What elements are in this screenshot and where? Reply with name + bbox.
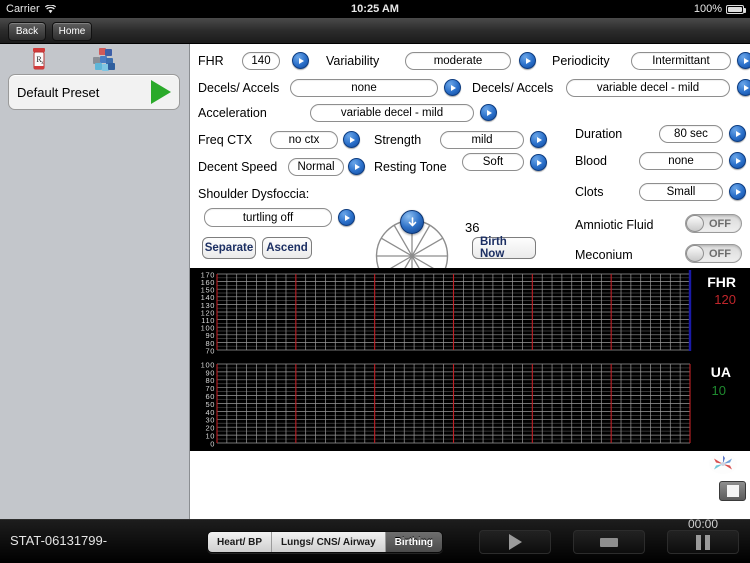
duration-label: Duration <box>575 127 623 141</box>
nav-bar: Back Home <box>0 18 750 44</box>
ua-chart-value: 10 <box>711 383 726 398</box>
pause-icon <box>696 534 710 550</box>
decels-accels-stepper-button-2[interactable] <box>737 79 750 96</box>
periodicity-label: Periodicity <box>552 54 610 68</box>
play-button[interactable] <box>479 530 551 554</box>
stop-button[interactable] <box>573 530 645 554</box>
freq-ctx-value[interactable]: no ctx <box>270 131 338 149</box>
shoulder-dysfoccia-stepper-button[interactable] <box>338 209 355 226</box>
svg-text:0: 0 <box>210 439 215 448</box>
fhr-label: FHR <box>198 54 224 68</box>
resting-tone-stepper-button[interactable] <box>530 154 547 171</box>
periodicity-value[interactable]: Intermittant <box>631 52 731 70</box>
acceleration-stepper-button[interactable] <box>480 104 497 121</box>
preset-label: Default Preset <box>17 84 100 100</box>
status-bar-right: 100% <box>693 3 746 15</box>
variability-value[interactable]: moderate <box>405 52 511 70</box>
strength-value[interactable]: mild <box>440 131 524 149</box>
medical-blocks-icon[interactable] <box>85 46 119 73</box>
strength-label: Strength <box>374 133 422 147</box>
clots-label: Clots <box>575 185 604 199</box>
fhr-value[interactable]: 140 <box>242 52 280 70</box>
decent-speed-value[interactable]: Normal <box>288 158 344 176</box>
svg-text:70: 70 <box>205 346 215 355</box>
fhr-stepper-button[interactable] <box>292 52 309 69</box>
meconium-label: Meconium <box>575 248 633 262</box>
amniotic-fluid-label: Amniotic Fluid <box>575 218 654 232</box>
variability-stepper-button[interactable] <box>519 52 536 69</box>
ascend-button[interactable]: Ascend <box>262 237 312 259</box>
blood-value[interactable]: none <box>639 152 723 170</box>
meconium-toggle-knob <box>686 245 704 262</box>
amniotic-fluid-toggle-knob <box>686 215 704 232</box>
birth-now-button[interactable]: Birth Now <box>472 236 536 260</box>
battery-percent-label: 100% <box>693 3 722 15</box>
timer-label: 00:00 <box>687 517 719 531</box>
mode-tab-bar[interactable]: Heart/ BP Lungs/ CNS/ Airway Birthing <box>207 531 443 553</box>
blood-label: Blood <box>575 154 607 168</box>
acceleration-value[interactable]: variable decel - mild <box>310 104 474 122</box>
status-bar: Carrier 10:25 AM 100% <box>0 0 750 18</box>
case-id-label: STAT-06131799- <box>10 533 108 548</box>
acceleration-label: Acceleration <box>198 106 267 120</box>
decels-accels-label-2: Decels/ Accels <box>472 81 554 95</box>
meconium-toggle[interactable]: OFF <box>685 244 742 263</box>
meconium-toggle-state: OFF <box>709 247 731 260</box>
dial-value: 36 <box>465 220 480 235</box>
bottom-bar: STAT-06131799- Heart/ BP Lungs/ CNS/ Air… <box>0 517 750 563</box>
fhr-chart-title: FHR <box>707 274 736 290</box>
shoulder-dysfoccia-label: Shoulder Dysfoccia: <box>198 187 310 201</box>
fhr-chart-value: 120 <box>714 292 736 307</box>
duration-stepper-button[interactable] <box>729 125 746 142</box>
back-button[interactable]: Back <box>8 22 46 41</box>
blood-stepper-button[interactable] <box>729 152 746 169</box>
status-bar-time: 10:25 AM <box>351 3 399 15</box>
decent-speed-label: Decent Speed <box>198 160 278 174</box>
decels-accels-label-1: Decels/ Accels <box>198 81 280 95</box>
clots-stepper-button[interactable] <box>729 183 746 200</box>
decels-accels-value-2[interactable]: variable decel - mild <box>566 79 730 97</box>
resting-tone-label: Resting Tone <box>374 160 447 174</box>
battery-icon <box>726 4 746 14</box>
preset-selector[interactable]: Default Preset <box>8 74 180 110</box>
separate-button[interactable]: Separate <box>202 237 256 259</box>
decels-accels-value-1[interactable]: none <box>290 79 438 97</box>
pinwheel-icon[interactable] <box>708 453 738 475</box>
app-root: Carrier 10:25 AM 100% Back Home R x Defa… <box>0 0 750 563</box>
tab-heart-bp[interactable]: Heart/ BP <box>208 532 273 552</box>
home-button[interactable]: Home <box>52 22 92 41</box>
tab-lungs-cns-airway[interactable]: Lungs/ CNS/ Airway <box>272 532 386 552</box>
fetal-monitor-strip-chart[interactable]: 170 160 150 140 130 120 110 100 90 80 70 100 90 80 70 6… <box>190 268 750 451</box>
amniotic-fluid-toggle[interactable]: OFF <box>685 214 742 233</box>
rx-bottle-icon[interactable]: R x <box>22 46 56 73</box>
freq-ctx-stepper-button[interactable] <box>343 131 360 148</box>
duration-value[interactable]: 80 sec <box>659 125 723 143</box>
strength-stepper-button[interactable] <box>530 131 547 148</box>
amniotic-fluid-toggle-state: OFF <box>709 217 731 230</box>
play-icon <box>508 534 522 550</box>
sidebar: R x Default Preset <box>0 44 190 519</box>
ua-chart-title: UA <box>710 364 731 380</box>
sidebar-icon-bar: R x <box>0 44 190 74</box>
tab-birthing[interactable]: Birthing <box>385 532 442 552</box>
decent-speed-stepper-button[interactable] <box>348 158 365 175</box>
resting-tone-value[interactable]: Soft <box>462 153 524 171</box>
pause-button[interactable] <box>667 530 739 554</box>
dial-knob-down-icon[interactable] <box>400 210 424 234</box>
freq-ctx-label: Freq CTX <box>198 133 253 147</box>
shoulder-dysfoccia-value[interactable]: turtling off <box>204 208 332 227</box>
periodicity-stepper-button[interactable] <box>737 52 750 69</box>
stop-icon <box>600 537 618 547</box>
clots-value[interactable]: Small <box>639 183 723 201</box>
screen-toggle-icon[interactable] <box>719 481 746 501</box>
play-triangle-icon[interactable] <box>151 80 171 104</box>
screen-toggle-indicator <box>726 485 739 497</box>
strip-chart-canvas: 1701601501401301201101009080701009080706… <box>190 268 750 451</box>
variability-label: Variability <box>326 54 380 68</box>
decels-accels-stepper-button-1[interactable] <box>444 79 461 96</box>
